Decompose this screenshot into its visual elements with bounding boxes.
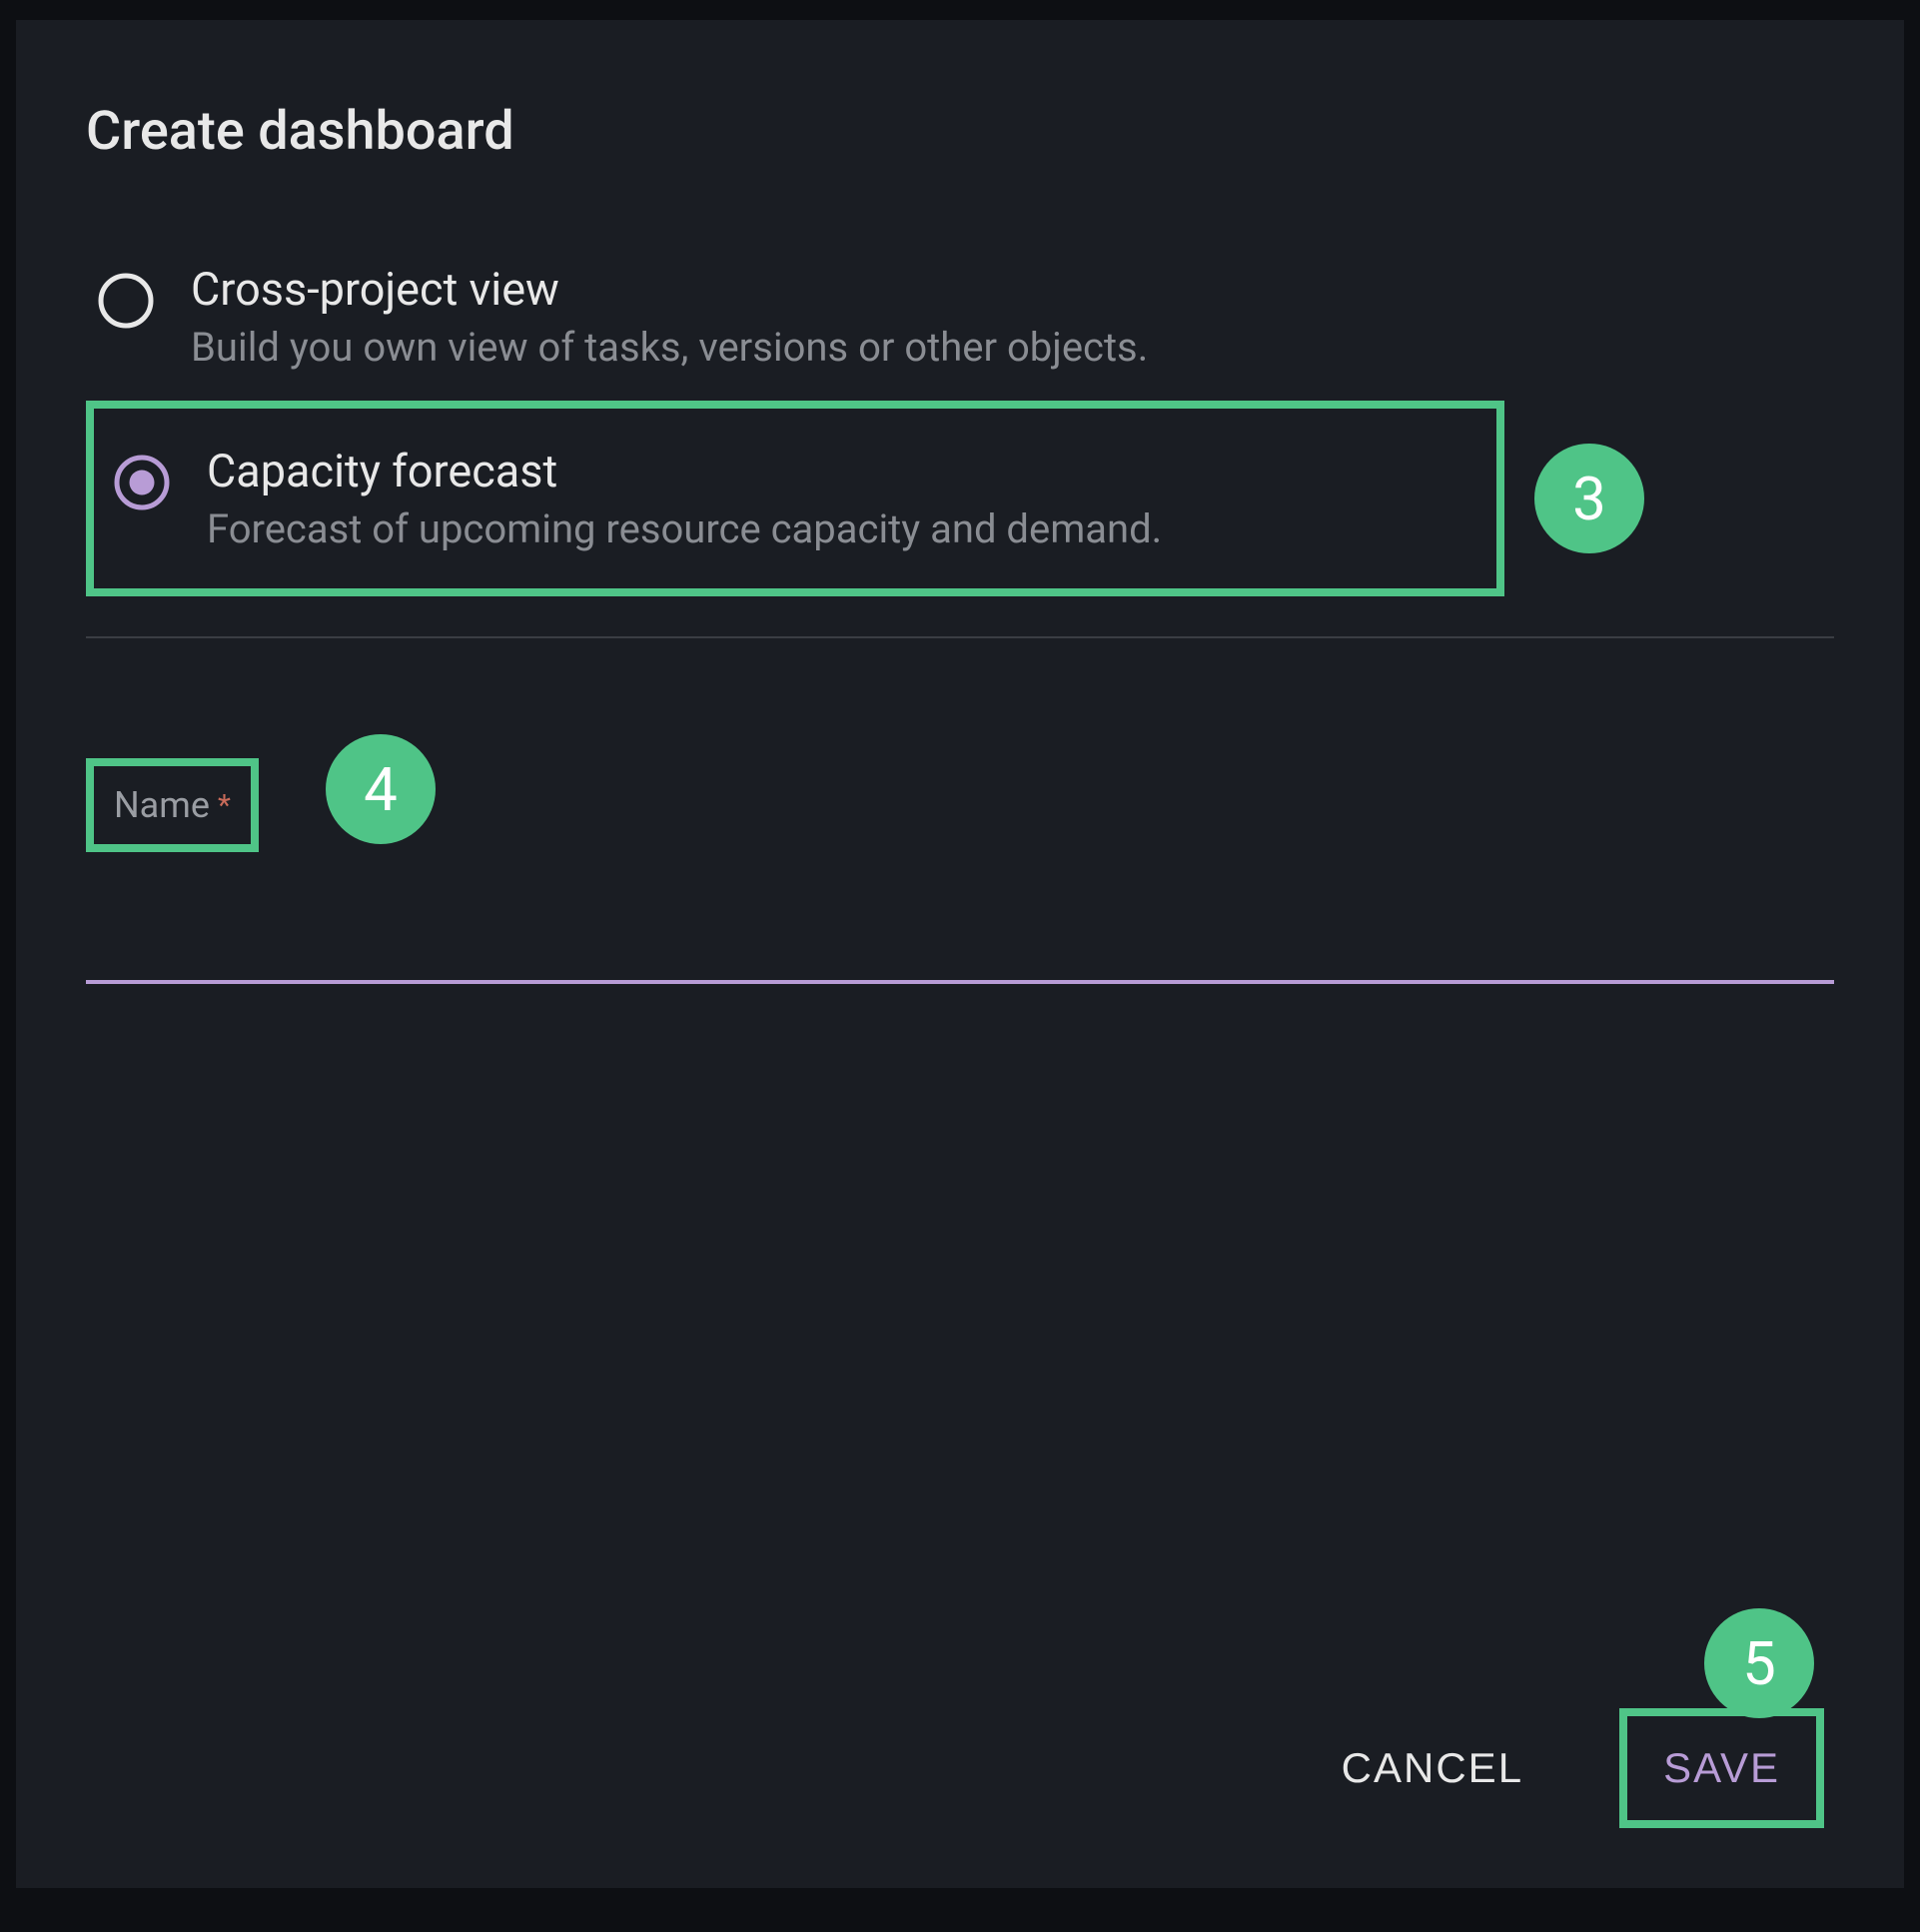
radio-title-capacity-forecast: Capacity forecast — [207, 445, 1162, 497]
radio-labels: Cross-project view Build you own view of… — [191, 263, 1148, 371]
radio-labels: Capacity forecast Forecast of upcoming r… — [207, 445, 1162, 552]
name-label-highlight: Name * — [86, 758, 259, 852]
spacer — [86, 984, 1834, 1708]
dialog-title: Create dashboard — [86, 100, 1834, 163]
save-button-highlight: SAVE — [1619, 1708, 1824, 1828]
divider — [86, 636, 1834, 638]
name-label: Name — [114, 784, 210, 826]
radio-unchecked-icon — [96, 271, 156, 331]
create-dashboard-dialog: Create dashboard Cross-project view Buil… — [16, 20, 1904, 1888]
name-field-section: Name * 4 — [86, 758, 1834, 984]
required-asterisk-icon: * — [218, 788, 231, 823]
radio-option-cross-project[interactable]: Cross-project view Build you own view of… — [86, 243, 1834, 391]
step-badge-4: 4 — [326, 734, 436, 844]
step-badge-5: 5 — [1704, 1608, 1814, 1718]
cancel-button[interactable]: CANCEL — [1306, 1716, 1559, 1820]
radio-checked-icon — [112, 453, 172, 512]
dialog-actions: 5 CANCEL SAVE — [86, 1708, 1834, 1848]
radio-title-cross-project: Cross-project view — [191, 263, 1148, 316]
radio-description-capacity-forecast: Forecast of upcoming resource capacity a… — [207, 505, 1162, 552]
save-button[interactable]: SAVE — [1627, 1716, 1816, 1820]
radio-option-capacity-forecast[interactable]: Capacity forecast Forecast of upcoming r… — [86, 401, 1504, 596]
step-badge-3: 3 — [1534, 444, 1644, 553]
radio-description-cross-project: Build you own view of tasks, versions or… — [191, 324, 1148, 371]
highlight-capacity-forecast: Capacity forecast Forecast of upcoming r… — [86, 401, 1504, 596]
name-input[interactable] — [86, 882, 1834, 984]
